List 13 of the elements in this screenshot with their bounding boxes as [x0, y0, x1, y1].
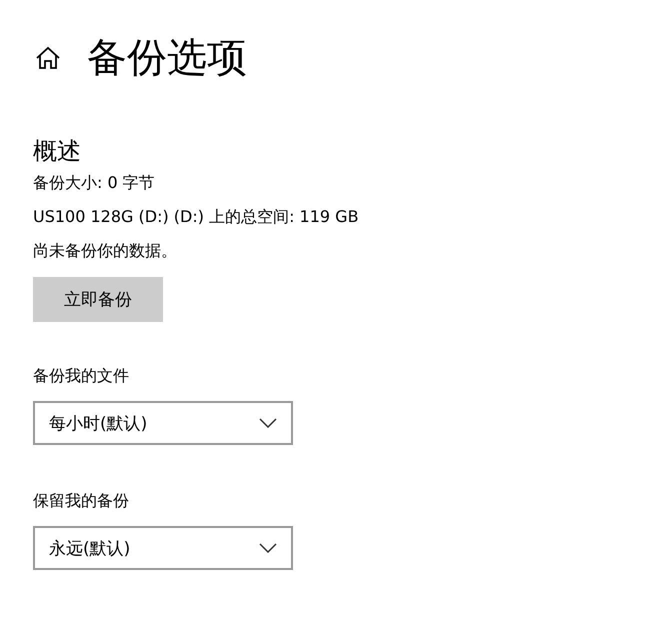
dropdown[interactable]: 每小时(默认): [33, 401, 293, 445]
info-text: 备份大小: 0 字节: [33, 173, 156, 193]
section-heading: 概述: [33, 136, 82, 167]
info-text: US100 128G (D:) (D:) 上的总空间: 119 GB: [33, 207, 360, 227]
setting-label: 备份我的文件: [33, 366, 130, 387]
home-icon[interactable]: [35, 46, 61, 70]
info-text: 尚未备份你的数据。: [33, 241, 178, 261]
dropdown[interactable]: 永远(默认): [33, 526, 293, 570]
setting-label: 保留我的备份: [33, 491, 130, 512]
page-title: 备份选项: [87, 34, 247, 83]
chevron-icon: [259, 418, 277, 428]
chevron-icon: [259, 543, 277, 553]
backup-now-button[interactable]: 立即备份: [33, 277, 163, 322]
